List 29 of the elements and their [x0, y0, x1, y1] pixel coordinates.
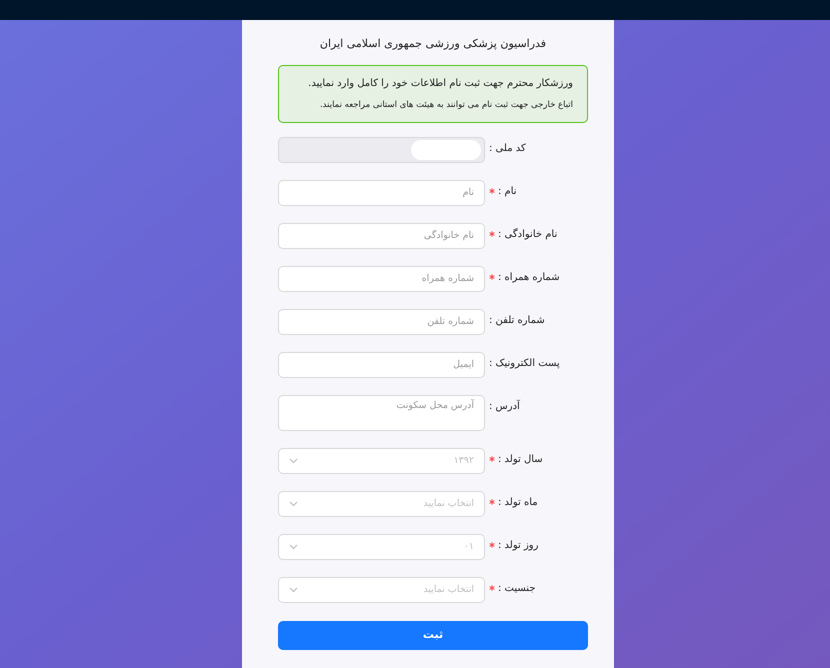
field-label: شماره همراه : [498, 270, 560, 285]
field-label: جنسیت : [498, 582, 536, 596]
field-label: پست الکترونیک : [489, 356, 560, 371]
address-field[interactable]: آدرس محل سکونت [278, 394, 485, 431]
form-title: فدراسیون پزشکی ورزشی جمهوری اسلامی ایران [318, 36, 548, 52]
select-field[interactable]: ۱۳۹۲ [278, 448, 485, 474]
field-label: شماره تلفن : [489, 314, 545, 328]
chevron-down-icon [289, 500, 298, 507]
field-label: آدرس : [489, 398, 520, 414]
chevron-down-icon [289, 586, 298, 593]
field-label: روز تولد : [498, 538, 538, 553]
input-field[interactable]: شماره همراه [278, 266, 485, 292]
notice-text: اتباع خارجی جهت ثبت نام می توانند به هیئت های استانی مراجعه نمایند. [318, 99, 573, 112]
field-label: سال تولد : [498, 452, 543, 467]
field-label: نام خانوادگی : [498, 227, 558, 242]
field-label: نام : [498, 184, 517, 199]
input-field[interactable]: ایمیل [278, 352, 485, 378]
select-field[interactable]: انتخاب نمایید [278, 576, 485, 603]
chevron-down-icon [289, 544, 298, 550]
chevron-down-icon [289, 458, 298, 464]
input-field[interactable]: نام [278, 180, 485, 206]
input-field[interactable]: شماره تلفن [278, 308, 485, 335]
submit-button[interactable]: ثبت [278, 620, 588, 650]
field-label: ماه تولد : [498, 496, 538, 510]
notice-text: ورزشکار محترم جهت ثبت نام اطلاعات خود را کامل وارد نمایید. [307, 77, 573, 91]
select-field[interactable]: ۰۱ [278, 534, 485, 560]
field-label: کد ملی : [489, 142, 526, 156]
value-pill [411, 140, 481, 160]
select-field[interactable]: انتخاب نمایید [278, 490, 485, 517]
